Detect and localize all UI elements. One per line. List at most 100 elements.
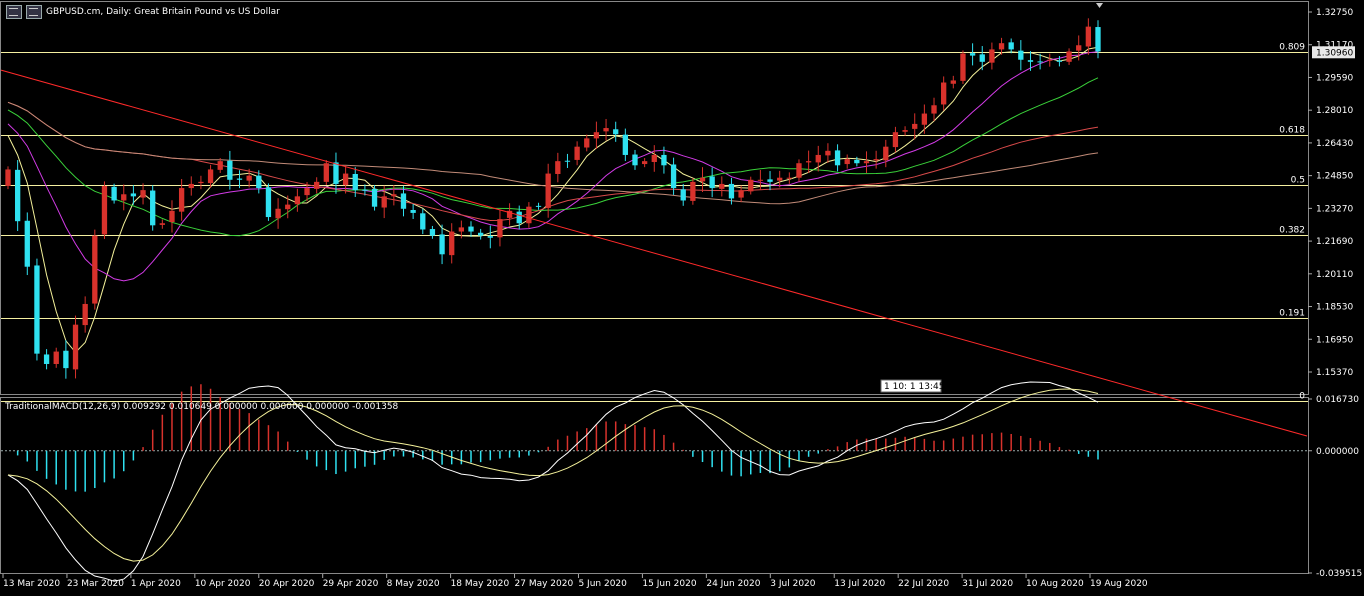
candle-body bbox=[121, 194, 127, 201]
candle-body bbox=[613, 129, 619, 135]
candle-body bbox=[825, 150, 831, 156]
candle-body bbox=[651, 154, 657, 162]
candle-body bbox=[969, 53, 976, 56]
macd-axis-label: 0.000000 bbox=[1316, 447, 1359, 457]
candle-body bbox=[487, 236, 493, 238]
candle-body bbox=[352, 173, 358, 191]
candle-body bbox=[757, 179, 764, 181]
candle-body bbox=[1047, 59, 1053, 61]
candle-body bbox=[82, 303, 88, 326]
candle-body bbox=[516, 211, 522, 224]
candle-body bbox=[362, 189, 368, 191]
candle-body bbox=[777, 177, 783, 181]
candle-body bbox=[719, 183, 725, 189]
candle-body bbox=[805, 161, 812, 163]
candle-body bbox=[256, 175, 262, 189]
price-axis: 1.327501.311701.295901.280101.264301.248… bbox=[1308, 8, 1355, 378]
candle-body bbox=[796, 163, 802, 178]
price-label: 1.29590 bbox=[1316, 73, 1353, 83]
candle-body bbox=[680, 189, 686, 201]
candle-body bbox=[535, 205, 542, 207]
candle-body bbox=[227, 160, 233, 180]
candle-body bbox=[265, 187, 272, 218]
time-label: 27 May 2020 bbox=[515, 579, 574, 589]
price-label: 1.21690 bbox=[1316, 237, 1353, 247]
price-label: 1.23270 bbox=[1316, 204, 1353, 214]
candle-body bbox=[468, 226, 474, 232]
candle-body bbox=[333, 162, 339, 184]
candle-body bbox=[217, 161, 223, 170]
candle-body bbox=[931, 105, 937, 114]
moving-averages bbox=[7, 46, 1099, 354]
candle-body bbox=[1076, 45, 1082, 51]
candle-body bbox=[111, 186, 117, 201]
candle-body bbox=[738, 190, 744, 198]
candle-body bbox=[1027, 60, 1034, 62]
fib-level-label: 0.809 bbox=[1279, 43, 1305, 53]
ma-mid-line bbox=[7, 51, 1099, 282]
candle-body bbox=[555, 161, 561, 174]
candle-body bbox=[323, 163, 329, 182]
candle-body bbox=[584, 138, 590, 148]
candle-body bbox=[709, 176, 715, 189]
candle-body bbox=[63, 350, 69, 369]
candle-body bbox=[43, 354, 50, 364]
candle-body bbox=[883, 146, 889, 161]
candle-body bbox=[670, 164, 677, 189]
candle-body bbox=[661, 154, 667, 166]
candle-body bbox=[314, 181, 320, 189]
fib-level-label: 0.5 bbox=[1291, 176, 1305, 186]
price-label: 1.18530 bbox=[1316, 303, 1353, 313]
candle-body bbox=[130, 193, 137, 197]
candle-body bbox=[294, 196, 301, 205]
price-label: 1.15370 bbox=[1316, 368, 1353, 378]
price-label: 1.24850 bbox=[1316, 172, 1353, 182]
candle-body bbox=[564, 160, 571, 162]
price-label: 1.26430 bbox=[1316, 139, 1353, 149]
candle-body bbox=[748, 179, 754, 192]
candle-body bbox=[159, 223, 165, 225]
chart-window[interactable]: 0.809 0.618 0.5 0.382 0.191 0 1.32750 1.31170 1… bbox=[0, 0, 1364, 596]
chart-canvas[interactable]: 0.8090.6180.50.3820.1910 1.327501.311701… bbox=[0, 0, 1364, 596]
candle-body bbox=[140, 190, 146, 198]
candle-body bbox=[429, 229, 436, 236]
shift-marker-icon bbox=[1096, 3, 1103, 8]
candle-body bbox=[1066, 51, 1072, 62]
time-label: 31 Jul 2020 bbox=[962, 579, 1013, 589]
trendline-segment bbox=[0, 69, 1308, 437]
fib-level-label: 0 bbox=[1299, 392, 1305, 402]
candle-body bbox=[834, 150, 841, 166]
candle-body bbox=[632, 154, 638, 166]
candle-body bbox=[478, 232, 484, 236]
candle-body bbox=[641, 161, 648, 165]
candle-body bbox=[545, 173, 551, 208]
candle-body bbox=[979, 54, 985, 62]
time-label: 3 Jul 2020 bbox=[770, 579, 815, 589]
candle-body bbox=[400, 193, 407, 209]
candle-body bbox=[53, 351, 59, 364]
candle-body bbox=[603, 128, 609, 132]
candle-body bbox=[24, 220, 30, 267]
candle-body bbox=[844, 159, 850, 165]
window-icon[interactable] bbox=[6, 5, 22, 19]
candle-body bbox=[275, 208, 281, 219]
candle-body bbox=[391, 194, 397, 197]
macd-label: TraditionalMACD(12,26,9) 0.009292 0.0106… bbox=[5, 402, 399, 412]
main-pane-border bbox=[0, 1, 1309, 395]
fibonacci-retracement[interactable]: 0.809 0.618 0.5 0.382 0.191 0 bbox=[1, 43, 1308, 402]
candle-body bbox=[439, 234, 445, 255]
candle-body bbox=[1008, 42, 1014, 50]
candle-body bbox=[767, 179, 773, 182]
candle-body bbox=[458, 227, 465, 232]
candle-body bbox=[207, 169, 214, 184]
chart-window-icon[interactable] bbox=[26, 5, 42, 19]
candle-body bbox=[92, 235, 98, 304]
candle-body bbox=[873, 159, 879, 161]
candle-body bbox=[902, 130, 908, 132]
time-label: 10 Apr 2020 bbox=[195, 579, 251, 589]
time-label: 13 Jul 2020 bbox=[834, 579, 885, 589]
trendline[interactable] bbox=[0, 69, 1308, 437]
time-label: 10 Aug 2020 bbox=[1026, 579, 1084, 589]
candle-body bbox=[1095, 27, 1101, 52]
candle-body bbox=[5, 169, 11, 186]
